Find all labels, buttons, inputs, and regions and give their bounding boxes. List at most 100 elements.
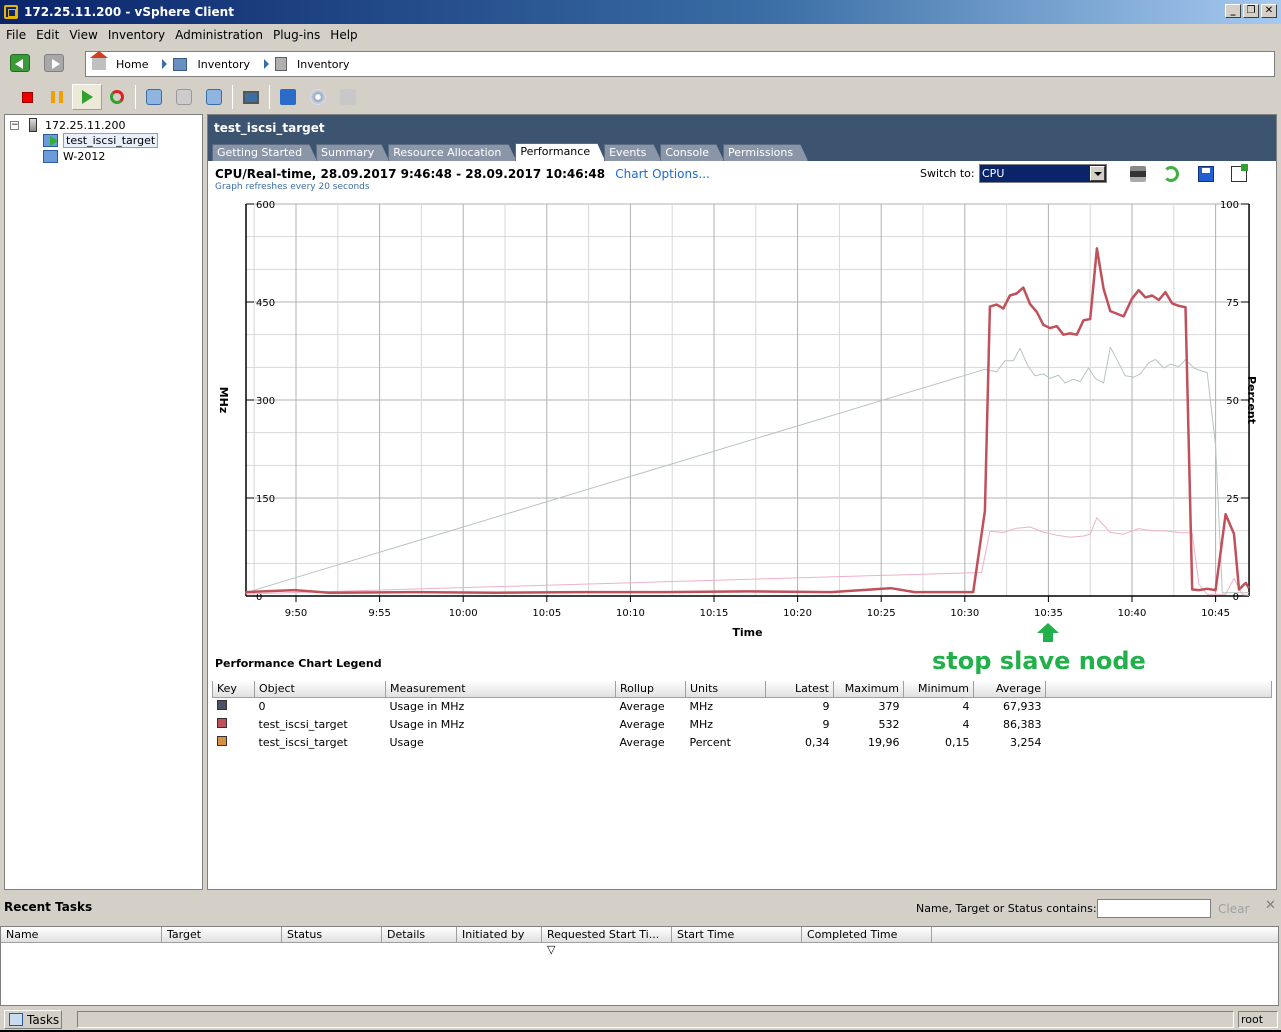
filter-label[interactable]: Name, Target or Status contains: ▾: [916, 902, 1106, 915]
title-bar: 172.25.11.200 - vSphere Client _ ❐ ✕: [0, 0, 1281, 24]
chevron-down-icon[interactable]: [1090, 166, 1105, 181]
legend-cell-minimum: 4: [962, 699, 970, 713]
chart-options-link[interactable]: Chart Options...: [615, 167, 710, 181]
recent-tasks-title: Recent Tasks: [4, 900, 93, 914]
popup-chart-icon[interactable]: [1231, 164, 1248, 182]
col-maximum[interactable]: Maximum: [833, 681, 904, 698]
col-measurement[interactable]: Measurement: [385, 681, 616, 698]
restore-button[interactable]: ❐: [1243, 4, 1259, 18]
y-axis-title: MHz: [217, 387, 230, 414]
legend-row[interactable]: 0 Usage in MHz Average MHz 9 379 4 67,933: [213, 697, 1272, 715]
usb-button[interactable]: [333, 84, 363, 110]
tab-permissions[interactable]: Permissions: [723, 144, 808, 161]
legend-cell-units: Percent: [689, 735, 731, 749]
chart-heading: CPU/Real-time, 28.09.2017 9:46:48 - 28.0…: [215, 167, 710, 181]
home-icon: [90, 51, 108, 70]
menu-help[interactable]: Help: [330, 28, 357, 42]
breadcrumb-arrow-icon[interactable]: [264, 59, 270, 69]
col-completed-time[interactable]: Completed Time: [802, 927, 932, 943]
tree-host[interactable]: − 172.25.11.200: [10, 117, 125, 133]
close-button[interactable]: ✕: [1261, 4, 1277, 18]
legend-cell-average: 86,383: [1003, 717, 1042, 731]
vm-icon: [43, 149, 58, 163]
col-status[interactable]: Status: [282, 927, 382, 943]
breadcrumb-arrow-icon[interactable]: [162, 59, 168, 69]
y2-tick-label: 0: [1233, 592, 1239, 603]
breadcrumb-inventory[interactable]: Inventory: [197, 58, 250, 71]
forward-button[interactable]: [44, 54, 64, 72]
print-icon[interactable]: [1130, 166, 1146, 182]
tab-events[interactable]: Events: [604, 144, 661, 161]
x-tick-label: 10:35: [1034, 608, 1063, 619]
open-console-button[interactable]: [236, 84, 266, 110]
col-details[interactable]: Details: [382, 927, 457, 943]
col-name[interactable]: Name: [1, 927, 162, 943]
col-rollup[interactable]: Rollup: [615, 681, 686, 698]
col-units[interactable]: Units: [685, 681, 766, 698]
legend-cell-latest: 0,34: [805, 735, 830, 749]
task-filter-input[interactable]: [1097, 899, 1211, 918]
legend-cell-measurement: Usage: [389, 735, 424, 749]
legend-row[interactable]: test_iscsi_target Usage Average Percent 0,34…: [213, 733, 1272, 751]
refresh-icon[interactable]: [1163, 166, 1179, 182]
host-label: 172.25.11.200: [45, 118, 126, 132]
switch-to-value: CPU: [982, 167, 1005, 180]
breadcrumb-inventory-vms[interactable]: Inventory: [297, 58, 350, 71]
legend-row[interactable]: test_iscsi_target Usage in MHz Average MHz 9…: [213, 715, 1272, 733]
col-object[interactable]: Object: [254, 681, 386, 698]
power-on-button[interactable]: [72, 84, 102, 110]
take-snapshot-button[interactable]: [139, 84, 169, 110]
menu-plugins[interactable]: Plug-ins: [273, 28, 320, 42]
tab-console[interactable]: Console: [660, 144, 724, 161]
collapse-icon[interactable]: −: [10, 120, 19, 130]
recent-tasks-panel: Recent Tasks Name, Target or Status cont…: [0, 894, 1281, 1006]
back-button[interactable]: [10, 54, 30, 72]
switch-to-select[interactable]: CPU: [979, 164, 1107, 183]
vm-label: test_iscsi_target: [63, 132, 159, 148]
menu-file[interactable]: File: [6, 28, 26, 42]
tab-summary[interactable]: Summary: [316, 144, 389, 161]
legend-title: Performance Chart Legend: [215, 657, 382, 670]
power-on-icon: [81, 90, 93, 104]
cd-dvd-button[interactable]: [303, 84, 333, 110]
tab-performance[interactable]: Performance: [515, 143, 605, 161]
col-key[interactable]: Key: [212, 681, 255, 698]
x-tick-label: 10:25: [867, 608, 896, 619]
tree-vm-test-iscsi-target[interactable]: test_iscsi_target: [43, 132, 159, 148]
col-latest[interactable]: Latest: [765, 681, 834, 698]
tab-bar: Getting Started Summary Resource Allocat…: [212, 143, 807, 161]
menu-edit[interactable]: Edit: [36, 28, 59, 42]
tasks-tab[interactable]: Tasks: [4, 1010, 62, 1029]
col-requested-start-time[interactable]: Requested Start Ti... ▽: [542, 927, 672, 956]
snapshot-manager-button[interactable]: [199, 84, 229, 110]
suspend-button[interactable]: [42, 84, 72, 110]
switch-to-label: Switch to:: [920, 167, 975, 180]
tree-vm-w-2012[interactable]: W-2012: [43, 148, 105, 164]
menu-view[interactable]: View: [69, 28, 97, 42]
legend-cell-average: 67,933: [1003, 699, 1042, 713]
revert-snapshot-button[interactable]: [169, 84, 199, 110]
clear-button[interactable]: Clear: [1218, 902, 1249, 916]
revert-snapshot-icon: [176, 89, 192, 105]
power-off-button[interactable]: [12, 84, 42, 110]
minimize-button[interactable]: _: [1225, 4, 1241, 18]
toolbar-divider: [232, 85, 233, 109]
arrow-up-icon: [1037, 623, 1059, 642]
col-start-time[interactable]: Start Time: [672, 927, 802, 943]
reset-icon: [110, 90, 124, 104]
tab-resource-allocation[interactable]: Resource Allocation: [388, 144, 516, 161]
toolbar-divider: [135, 85, 136, 109]
tab-getting-started[interactable]: Getting Started: [212, 144, 317, 161]
reset-button[interactable]: [102, 84, 132, 110]
close-icon[interactable]: ✕: [1265, 898, 1276, 913]
col-initiated-by[interactable]: Initiated by: [457, 927, 542, 943]
breadcrumb-home[interactable]: Home: [116, 58, 148, 71]
main-header: test_iscsi_target Getting Started Summar…: [208, 115, 1276, 161]
menu-inventory[interactable]: Inventory: [108, 28, 165, 42]
save-icon[interactable]: [1198, 166, 1214, 182]
edit-settings-button[interactable]: [273, 84, 303, 110]
menu-administration[interactable]: Administration: [175, 28, 263, 42]
col-target[interactable]: Target: [162, 927, 282, 943]
col-minimum[interactable]: Minimum: [903, 681, 974, 698]
col-average[interactable]: Average: [973, 681, 1046, 698]
